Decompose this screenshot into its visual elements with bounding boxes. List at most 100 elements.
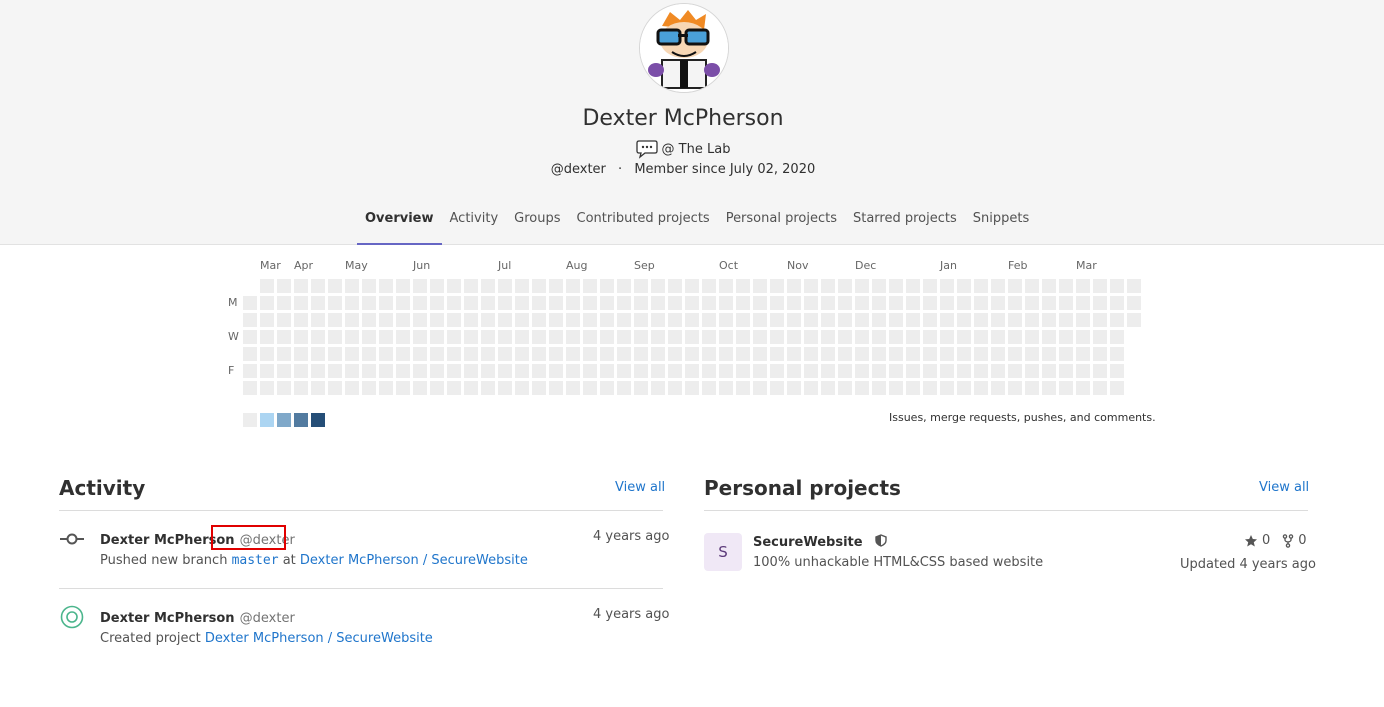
calendar-day-cell[interactable]	[277, 347, 291, 361]
calendar-day-cell[interactable]	[804, 296, 818, 310]
calendar-day-cell[interactable]	[889, 347, 903, 361]
calendar-day-cell[interactable]	[532, 381, 546, 395]
calendar-day-cell[interactable]	[260, 296, 274, 310]
calendar-day-cell[interactable]	[719, 381, 733, 395]
calendar-day-cell[interactable]	[617, 279, 631, 293]
calendar-day-cell[interactable]	[362, 381, 376, 395]
calendar-day-cell[interactable]	[889, 313, 903, 327]
calendar-day-cell[interactable]	[1059, 330, 1073, 344]
tab-personal-projects[interactable]: Personal projects	[718, 208, 845, 243]
calendar-day-cell[interactable]	[1025, 279, 1039, 293]
calendar-day-cell[interactable]	[583, 279, 597, 293]
calendar-day-cell[interactable]	[668, 381, 682, 395]
tab-starred-projects[interactable]: Starred projects	[845, 208, 965, 243]
calendar-day-cell[interactable]	[974, 296, 988, 310]
tab-overview[interactable]: Overview	[357, 208, 442, 245]
calendar-day-cell[interactable]	[498, 296, 512, 310]
calendar-day-cell[interactable]	[821, 313, 835, 327]
calendar-day-cell[interactable]	[498, 279, 512, 293]
calendar-day-cell[interactable]	[651, 279, 665, 293]
calendar-day-cell[interactable]	[1110, 364, 1124, 378]
calendar-day-cell[interactable]	[430, 313, 444, 327]
calendar-day-cell[interactable]	[464, 313, 478, 327]
calendar-day-cell[interactable]	[736, 330, 750, 344]
calendar-day-cell[interactable]	[889, 279, 903, 293]
calendar-day-cell[interactable]	[532, 296, 546, 310]
calendar-day-cell[interactable]	[1127, 313, 1141, 327]
calendar-day-cell[interactable]	[1110, 330, 1124, 344]
calendar-day-cell[interactable]	[464, 296, 478, 310]
calendar-day-cell[interactable]	[413, 279, 427, 293]
event-author-name[interactable]: Dexter McPherson	[100, 611, 235, 626]
calendar-day-cell[interactable]	[583, 347, 597, 361]
calendar-day-cell[interactable]	[821, 347, 835, 361]
calendar-day-cell[interactable]	[617, 330, 631, 344]
calendar-day-cell[interactable]	[600, 296, 614, 310]
calendar-day-cell[interactable]	[396, 330, 410, 344]
calendar-day-cell[interactable]	[991, 364, 1005, 378]
calendar-day-cell[interactable]	[753, 381, 767, 395]
tab-contributed-projects[interactable]: Contributed projects	[569, 208, 718, 243]
calendar-day-cell[interactable]	[277, 364, 291, 378]
branch-link[interactable]: master	[232, 553, 279, 568]
calendar-day-cell[interactable]	[617, 364, 631, 378]
calendar-day-cell[interactable]	[413, 347, 427, 361]
calendar-day-cell[interactable]	[804, 313, 818, 327]
calendar-day-cell[interactable]	[345, 330, 359, 344]
calendar-day-cell[interactable]	[855, 313, 869, 327]
calendar-day-cell[interactable]	[294, 279, 308, 293]
calendar-day-cell[interactable]	[872, 313, 886, 327]
calendar-day-cell[interactable]	[1093, 296, 1107, 310]
calendar-day-cell[interactable]	[787, 364, 801, 378]
calendar-day-cell[interactable]	[1093, 364, 1107, 378]
calendar-day-cell[interactable]	[481, 313, 495, 327]
calendar-day-cell[interactable]	[940, 347, 954, 361]
calendar-day-cell[interactable]	[838, 347, 852, 361]
calendar-day-cell[interactable]	[294, 364, 308, 378]
calendar-day-cell[interactable]	[345, 347, 359, 361]
calendar-day-cell[interactable]	[328, 381, 342, 395]
calendar-day-cell[interactable]	[566, 296, 580, 310]
calendar-day-cell[interactable]	[277, 296, 291, 310]
calendar-day-cell[interactable]	[668, 364, 682, 378]
calendar-day-cell[interactable]	[821, 296, 835, 310]
calendar-day-cell[interactable]	[957, 381, 971, 395]
calendar-day-cell[interactable]	[1059, 347, 1073, 361]
calendar-day-cell[interactable]	[1110, 296, 1124, 310]
calendar-day-cell[interactable]	[379, 313, 393, 327]
calendar-day-cell[interactable]	[260, 279, 274, 293]
calendar-day-cell[interactable]	[515, 296, 529, 310]
calendar-day-cell[interactable]	[311, 330, 325, 344]
calendar-day-cell[interactable]	[889, 364, 903, 378]
calendar-day-cell[interactable]	[549, 330, 563, 344]
calendar-day-cell[interactable]	[362, 296, 376, 310]
calendar-day-cell[interactable]	[617, 381, 631, 395]
project-name-link[interactable]: SecureWebsite	[753, 535, 863, 550]
calendar-day-cell[interactable]	[1093, 313, 1107, 327]
calendar-day-cell[interactable]	[855, 364, 869, 378]
calendar-day-cell[interactable]	[447, 347, 461, 361]
calendar-day-cell[interactable]	[566, 381, 580, 395]
calendar-day-cell[interactable]	[1042, 313, 1056, 327]
calendar-day-cell[interactable]	[1110, 347, 1124, 361]
calendar-day-cell[interactable]	[328, 296, 342, 310]
calendar-day-cell[interactable]	[447, 296, 461, 310]
calendar-day-cell[interactable]	[1042, 279, 1056, 293]
calendar-day-cell[interactable]	[481, 364, 495, 378]
calendar-day-cell[interactable]	[1110, 279, 1124, 293]
calendar-day-cell[interactable]	[379, 330, 393, 344]
calendar-day-cell[interactable]	[753, 313, 767, 327]
calendar-day-cell[interactable]	[957, 330, 971, 344]
calendar-day-cell[interactable]	[923, 364, 937, 378]
calendar-day-cell[interactable]	[396, 364, 410, 378]
calendar-day-cell[interactable]	[515, 364, 529, 378]
calendar-day-cell[interactable]	[447, 279, 461, 293]
calendar-day-cell[interactable]	[277, 330, 291, 344]
calendar-day-cell[interactable]	[464, 381, 478, 395]
calendar-day-cell[interactable]	[923, 347, 937, 361]
calendar-day-cell[interactable]	[1025, 313, 1039, 327]
calendar-day-cell[interactable]	[685, 347, 699, 361]
calendar-day-cell[interactable]	[243, 347, 257, 361]
calendar-day-cell[interactable]	[804, 330, 818, 344]
calendar-day-cell[interactable]	[583, 296, 597, 310]
